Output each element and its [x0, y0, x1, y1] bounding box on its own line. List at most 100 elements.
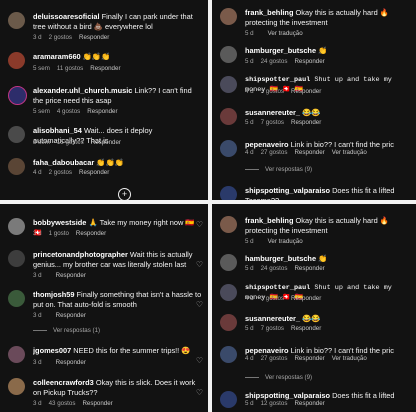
- avatar[interactable]: [220, 8, 237, 25]
- comment-username[interactable]: princetonandphotographer: [33, 250, 128, 259]
- comment-username[interactable]: frank_behling: [245, 216, 293, 225]
- comment-time: 4 d: [245, 149, 254, 156]
- comment-item: princetonandphotographer Wait this is ac…: [0, 246, 208, 286]
- translate-button[interactable]: Ver tradução: [268, 238, 303, 245]
- reply-button[interactable]: Responder: [291, 88, 321, 95]
- like-heart-icon[interactable]: ♡: [196, 300, 203, 309]
- view-replies-button[interactable]: Ver respostas (9): [245, 374, 312, 381]
- comment-username[interactable]: bobbywestside: [33, 218, 86, 227]
- comment-username[interactable]: colleencrawford3: [33, 378, 94, 387]
- view-replies-button[interactable]: Ver respostas (9): [245, 166, 312, 173]
- avatar[interactable]: [220, 186, 237, 200]
- comment-username[interactable]: alisobhani_54: [33, 126, 82, 135]
- comment-time: 5 sem: [33, 139, 50, 146]
- comment-item: frank_behling Okay this is actually hard…: [212, 212, 416, 252]
- reply-button[interactable]: Responder: [76, 230, 106, 237]
- comment-username[interactable]: susannereuter_: [245, 314, 300, 323]
- avatar[interactable]: [220, 76, 237, 93]
- like-heart-icon[interactable]: ♡: [196, 388, 203, 397]
- avatar[interactable]: [220, 391, 237, 408]
- reply-button[interactable]: Responder: [82, 400, 112, 407]
- comment-username[interactable]: hamburger_butsche: [245, 46, 316, 55]
- comment-username[interactable]: deluissoaresoficial: [33, 12, 100, 21]
- comment-username[interactable]: pepenaveiro: [245, 346, 289, 355]
- translate-button[interactable]: Ver tradução: [332, 355, 367, 362]
- comment-time: 4 d: [245, 355, 254, 362]
- comments-panel-top-right: frank_behling Okay this is actually hard…: [212, 0, 416, 200]
- view-replies-button[interactable]: Ver respostas (1): [33, 327, 100, 334]
- avatar[interactable]: [220, 46, 237, 63]
- reply-button[interactable]: Responder: [294, 400, 324, 407]
- comment-item: alexander.uhl_church.music Link?? I can'…: [0, 82, 208, 122]
- avatar[interactable]: [8, 126, 25, 143]
- reply-button[interactable]: Responder: [294, 58, 324, 65]
- avatar[interactable]: [8, 86, 27, 105]
- comment-username[interactable]: shipspotter_paul: [245, 76, 310, 84]
- avatar[interactable]: [220, 140, 237, 157]
- load-more-comments-button[interactable]: +: [118, 188, 131, 200]
- avatar[interactable]: [8, 346, 25, 363]
- like-heart-icon[interactable]: ♡: [196, 260, 203, 269]
- comment-username[interactable]: faha_daboubacar: [33, 158, 94, 167]
- comment-likes: 24 gostos: [260, 58, 288, 65]
- reply-button[interactable]: Responder: [294, 265, 324, 272]
- comment-username[interactable]: hamburger_butsche: [245, 254, 316, 263]
- like-heart-icon[interactable]: ♡: [196, 356, 203, 365]
- reply-button[interactable]: Responder: [87, 108, 117, 115]
- comment-text: 👏👏👏: [82, 52, 111, 61]
- comment-likes: 1 gosto: [48, 230, 69, 237]
- avatar[interactable]: [220, 254, 237, 271]
- avatar[interactable]: [8, 218, 25, 235]
- comment-username[interactable]: thomjosh59: [33, 290, 74, 299]
- avatar[interactable]: [8, 290, 25, 307]
- reply-button[interactable]: Responder: [291, 325, 321, 332]
- comment-time: 5 d: [245, 325, 254, 332]
- reply-button[interactable]: Responder: [291, 295, 321, 302]
- comment-item: faha_daboubacar 👏👏👏 4 d 2 gostos Responder: [0, 154, 208, 194]
- avatar[interactable]: [8, 12, 25, 29]
- comment-username[interactable]: shipspotter_paul: [245, 284, 310, 292]
- reply-button[interactable]: Responder: [91, 139, 121, 146]
- comment-item: pepenaveiro Link in bio?? I can't find t…: [212, 342, 416, 382]
- like-heart-icon[interactable]: ♡: [196, 220, 203, 229]
- reply-button[interactable]: Responder: [79, 34, 109, 41]
- reply-button[interactable]: Responder: [291, 119, 321, 126]
- avatar[interactable]: [220, 314, 237, 331]
- avatar[interactable]: [220, 216, 237, 233]
- reply-button[interactable]: Responder: [90, 65, 120, 72]
- comment-username[interactable]: frank_behling: [245, 8, 293, 17]
- avatar[interactable]: [8, 250, 25, 267]
- comment-text: 👏: [318, 254, 328, 263]
- comment-username[interactable]: shipspotting_valparaiso: [245, 186, 330, 195]
- comment-username[interactable]: pepenaveiro: [245, 140, 289, 149]
- comment-item: thomjosh59 Finally something that isn't …: [0, 286, 208, 326]
- comment-likes: 27 gostos: [260, 355, 288, 362]
- comment-username[interactable]: susannereuter_: [245, 108, 300, 117]
- comments-panel-top-left: deluissoaresoficial Finally I can park u…: [0, 0, 208, 200]
- reply-button[interactable]: Responder: [56, 312, 86, 319]
- comment-item: deluissoaresoficial Finally I can park u…: [0, 8, 208, 48]
- translate-button[interactable]: Ver tradução: [268, 30, 303, 37]
- reply-button[interactable]: Responder: [56, 272, 86, 279]
- comment-username[interactable]: shipspotting_valparaiso: [245, 391, 330, 400]
- avatar[interactable]: [220, 284, 237, 301]
- comment-username[interactable]: aramaram660: [33, 52, 81, 61]
- comment-username[interactable]: alexander.uhl_church.music: [33, 86, 132, 95]
- avatar[interactable]: [8, 158, 25, 175]
- reply-button[interactable]: Responder: [294, 149, 324, 156]
- avatar[interactable]: [8, 52, 25, 69]
- reply-button[interactable]: Responder: [294, 355, 324, 362]
- comment-time: 5 d: [245, 58, 254, 65]
- comment-time: 3 d: [33, 312, 42, 319]
- comment-time: 5 sem: [33, 65, 50, 72]
- translate-button[interactable]: Ver tradução: [332, 149, 367, 156]
- comment-username[interactable]: jgomes007: [33, 346, 71, 355]
- comment-likes: 3 gostos: [260, 295, 284, 302]
- avatar[interactable]: [220, 108, 237, 125]
- avatar[interactable]: [8, 378, 25, 395]
- comments-panel-bottom-left: bobbywestside 🙏 Take my money right now …: [0, 204, 208, 412]
- reply-button[interactable]: Responder: [79, 169, 109, 176]
- reply-button[interactable]: Responder: [56, 359, 86, 366]
- avatar[interactable]: [220, 346, 237, 363]
- comment-item: shipspotting_valparaiso Does this fit a …: [212, 387, 416, 412]
